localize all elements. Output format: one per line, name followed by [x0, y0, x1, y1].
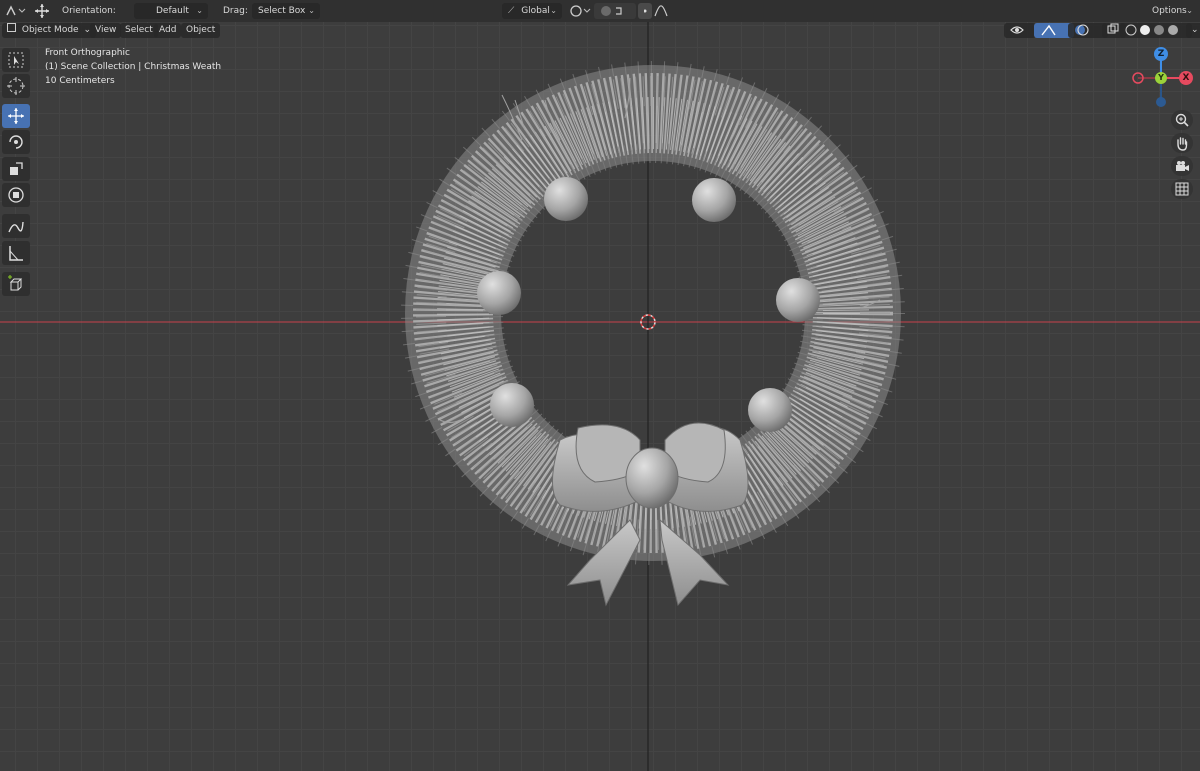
view-name: Front Orthographic [45, 48, 130, 58]
menu-view[interactable]: View [90, 23, 122, 38]
rotate-icon [9, 135, 23, 149]
scale-icon [10, 162, 23, 175]
add-cube-tool[interactable] [2, 272, 30, 296]
grid-scale: 10 Centimeters [45, 76, 115, 86]
mode-value: Object Mode [21, 25, 79, 35]
object-mode-icon [7, 23, 16, 32]
add-cube-icon [8, 275, 23, 291]
annotate-icon [8, 221, 24, 233]
cursor-tool[interactable] [2, 74, 30, 98]
transform-tool[interactable] [2, 183, 30, 207]
shading-modes[interactable] [1120, 23, 1192, 38]
orientation-dropdown[interactable]: Default ⌄ [134, 3, 208, 19]
transform-orientation-value: Global [521, 6, 550, 16]
move-tool[interactable] [2, 104, 30, 128]
menu-object[interactable]: Object [181, 23, 221, 38]
tool-settings-header: Orientation: Default ⌄ Drag: Select Box … [0, 0, 1200, 23]
hand-icon [1177, 137, 1188, 151]
options-dropdown[interactable]: Options ⌄ [1146, 3, 1198, 19]
cursor-icon [7, 77, 25, 95]
wreath-model [401, 61, 905, 607]
annotate-tool[interactable] [2, 214, 30, 238]
pan-button[interactable] [1171, 133, 1193, 153]
global-icon: ⟋ [508, 6, 515, 16]
menu-select[interactable]: Select [120, 23, 158, 38]
snap-icon[interactable] [594, 3, 636, 19]
3d-viewport[interactable] [0, 22, 1200, 771]
chevron-down-icon: ⌄ [196, 6, 203, 15]
drag-dropdown[interactable]: Select Box ⌄ [252, 3, 320, 19]
proportional-edit-icon[interactable] [638, 3, 652, 19]
camera-button[interactable] [1171, 156, 1193, 176]
viewport-header-right: ⌄ [1004, 22, 1200, 40]
collection-info: (1) Scene Collection | Christmas Weath [45, 62, 222, 72]
transform-icon [8, 187, 24, 203]
measure-tool[interactable] [2, 241, 30, 265]
drag-label: Drag: [223, 6, 248, 16]
select-box-tool[interactable] [2, 48, 30, 72]
rotate-tool[interactable] [2, 130, 30, 154]
orientation-value: Default [156, 6, 189, 16]
camera-icon [1176, 161, 1189, 171]
chevron-down-icon: ⌄ [1186, 6, 1193, 15]
select-box-icon [8, 52, 24, 68]
visibility-icon[interactable] [1004, 23, 1036, 38]
falloff-icon[interactable] [654, 3, 668, 19]
measure-icon [9, 246, 23, 261]
mode-dropdown[interactable]: Object Mode ⌄ [2, 23, 96, 38]
move-tool-icon[interactable] [32, 3, 52, 19]
transform-pivot-icon[interactable] [4, 3, 26, 19]
x-axis-label[interactable]: X [1179, 71, 1193, 85]
grid-icon [1175, 182, 1189, 196]
shading-options-icon[interactable]: ⌄ [1186, 23, 1200, 38]
z-axis-label[interactable]: Z [1154, 47, 1168, 61]
viewport-scene [0, 22, 1200, 771]
y-axis-label[interactable]: Y [1155, 72, 1167, 84]
navigation-gizmo[interactable]: Z X Y [1128, 44, 1194, 110]
perspective-toggle-button[interactable] [1171, 179, 1193, 199]
menu-add[interactable]: Add [154, 23, 182, 38]
chevron-down-icon: ⌄ [308, 6, 315, 15]
pivot-point-icon[interactable] [569, 3, 591, 19]
move-icon [8, 108, 24, 124]
zoom-button[interactable] [1171, 110, 1193, 130]
transform-orientation-dropdown[interactable]: ⟋ Global ⌄ [502, 3, 562, 19]
chevron-down-icon: ⌄ [550, 6, 557, 15]
neg-z-handle [1156, 97, 1166, 107]
scale-tool[interactable] [2, 157, 30, 181]
zoom-icon [1175, 113, 1189, 127]
orientation-label: Orientation: [62, 6, 116, 16]
options-label: Options [1152, 6, 1187, 16]
drag-value: Select Box [258, 6, 306, 16]
